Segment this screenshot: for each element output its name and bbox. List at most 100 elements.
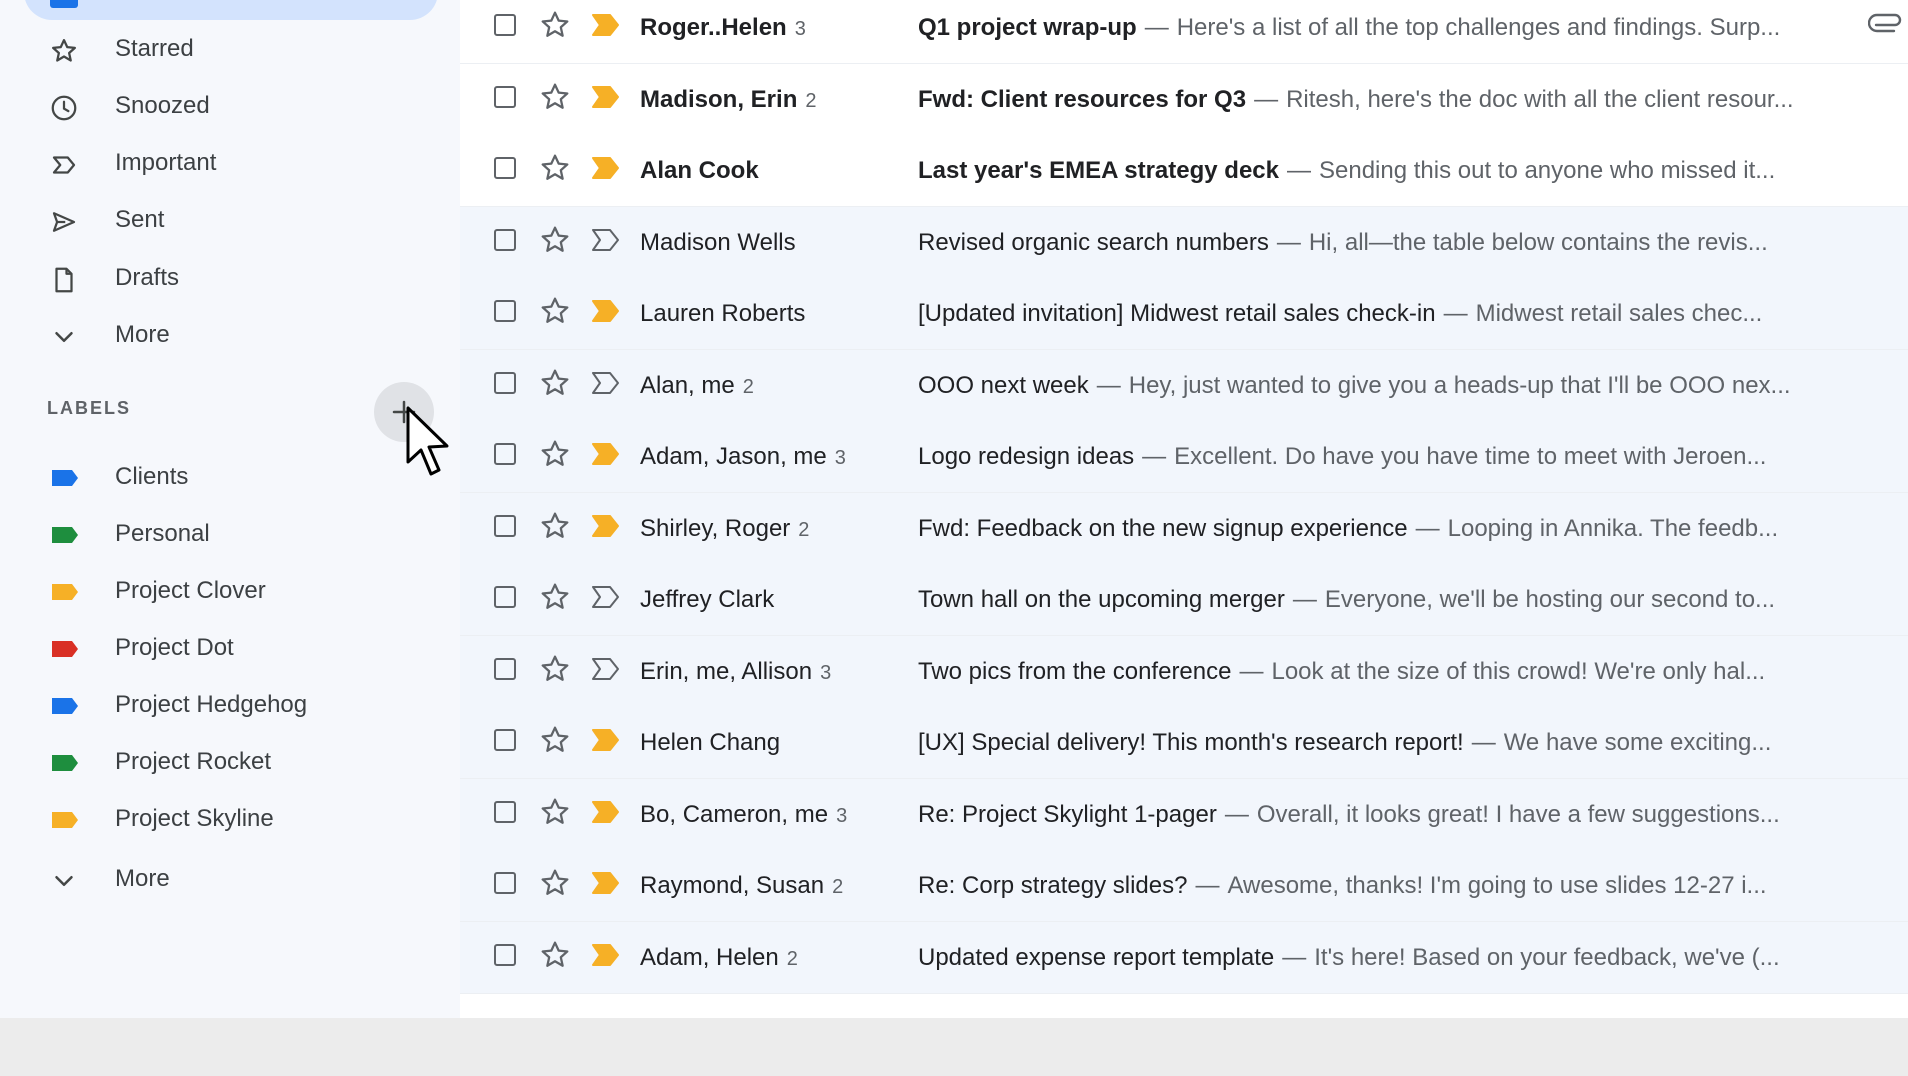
select-checkbox[interactable] [494,157,516,179]
sender-name: Madison Wells [640,228,796,256]
label-item[interactable]: Project Clover [0,567,440,615]
select-checkbox[interactable] [494,586,516,608]
select-checkbox[interactable] [494,300,516,322]
email-row[interactable]: Alan Cook Last year's EMEA strategy deck —… [460,135,1908,207]
email-subject: OOO next week [918,371,1089,399]
email-sender: Raymond, Susan 2 [640,872,843,900]
separator: — [1415,514,1440,542]
label-item[interactable]: Project Hedgehog [0,681,440,729]
select-checkbox[interactable] [494,85,516,108]
star-icon[interactable] [538,223,572,257]
email-sender: Alan Cook [640,157,767,185]
email-content: [UX] Special delivery! This month's rese… [918,729,1833,757]
important-marker-icon[interactable] [590,727,622,753]
sidebar-item-label: Sent [115,206,165,233]
select-checkbox[interactable] [494,443,516,465]
email-row[interactable]: Alan, me 2 OOO next week — Hey, just wanted … [460,349,1908,422]
chevron-down-icon [48,865,80,897]
sidebar-item-inbox[interactable] [24,0,438,20]
email-row[interactable]: Raymond, Susan 2 Re: Corp strategy slides?… [460,850,1908,922]
email-row[interactable]: Erin, me, Allison 3 Two pics from the conf… [460,635,1908,708]
label-item[interactable]: Project Skyline [0,795,440,843]
star-icon[interactable] [538,580,572,614]
email-row[interactable]: Madison Wells Revised organic search numb… [460,206,1908,279]
select-checkbox[interactable] [494,514,516,537]
star-icon[interactable] [538,509,572,543]
email-row[interactable]: Madison, Erin 2 Fwd: Client resources for … [460,63,1908,136]
mail-app: Starred Snoozed Important Sent Drafts Mo… [0,0,1908,1018]
email-row[interactable]: Adam, Helen 2 Updated expense report templ… [460,921,1908,994]
sender-name: Alan, me [640,371,735,399]
separator: — [1144,14,1169,41]
important-marker-icon[interactable] [590,155,622,181]
attachment-icon [1867,10,1904,40]
select-checkbox[interactable] [494,872,516,894]
star-icon[interactable] [538,151,572,185]
important-marker-icon[interactable] [590,12,622,38]
important-marker-icon[interactable] [590,441,622,467]
email-row[interactable]: Roger..Helen 3 Q1 project wrap-up — Here's a… [460,0,1908,64]
select-checkbox[interactable] [494,729,516,751]
select-checkbox[interactable] [494,800,516,823]
sidebar-item-important[interactable]: Important [0,139,440,187]
label-item[interactable]: Personal [0,510,440,558]
important-marker-icon[interactable] [590,942,622,968]
important-marker-icon[interactable] [590,370,622,396]
inbox-icon [50,0,78,8]
star-icon[interactable] [538,294,572,328]
sidebar-item-snoozed[interactable]: Snoozed [0,82,440,130]
star-icon[interactable] [538,795,572,829]
add-label-button[interactable] [374,382,434,442]
email-row[interactable]: Lauren Roberts [Updated invitation] Midwe… [460,278,1908,350]
important-marker-icon[interactable] [590,513,622,539]
sidebar-item-starred[interactable]: Starred [0,25,440,73]
star-icon[interactable] [538,8,572,42]
sidebar-item-label: Snoozed [115,92,210,119]
important-marker-icon[interactable] [590,870,622,896]
sidebar-item-more[interactable]: More [0,311,440,359]
label-item[interactable]: Project Dot [0,624,440,672]
star-icon[interactable] [538,866,572,900]
email-snippet: Sending this out to anyone who missed it… [1318,157,1776,184]
star-icon[interactable] [538,723,572,757]
label-item[interactable]: Clients [0,453,440,501]
select-checkbox[interactable] [494,14,516,36]
important-icon [48,149,80,181]
email-row[interactable]: Shirley, Roger 2 Fwd: Feedback on the new … [460,492,1908,565]
star-icon[interactable] [538,437,572,471]
important-marker-icon[interactable] [590,227,622,253]
important-marker-icon[interactable] [590,84,622,110]
important-marker-icon[interactable] [590,799,622,825]
email-row[interactable]: Helen Chang [UX] Special delivery! This m… [460,707,1908,779]
email-content: Fwd: Feedback on the new signup experien… [918,515,1833,543]
important-marker-icon[interactable] [590,298,622,324]
sidebar-item-drafts[interactable]: Drafts [0,254,440,302]
email-snippet: Hi, all—the table below contains the rev… [1308,228,1768,256]
send-icon [48,206,80,238]
star-icon[interactable] [538,652,572,686]
label-name: Project Dot [115,634,234,661]
sidebar-item-sent[interactable]: Sent [0,196,440,244]
select-checkbox[interactable] [494,943,516,966]
important-marker-icon[interactable] [590,656,622,682]
thread-count: 2 [832,876,844,898]
select-checkbox[interactable] [494,228,516,251]
email-row[interactable]: Bo, Cameron, me 3 Re: Project Skylight 1-p… [460,778,1908,851]
important-marker-icon[interactable] [590,584,622,610]
select-checkbox[interactable] [494,371,516,394]
email-snippet: Ritesh, here's the doc with all the clie… [1286,85,1794,113]
star-icon[interactable] [538,80,572,114]
select-checkbox[interactable] [494,657,516,680]
label-tag-icon [50,697,80,715]
star-icon[interactable] [538,938,572,972]
email-snippet: Everyone, we'll be hosting our second to… [1324,586,1776,613]
labels-more[interactable]: More [0,855,440,903]
chevron-down-icon [48,321,80,353]
email-row[interactable]: Jeffrey Clark Town hall on the upcoming m… [460,564,1908,636]
email-snippet: It's here! Based on your feedback, we've… [1314,943,1780,971]
star-icon[interactable] [538,366,572,400]
label-name: Clients [115,463,189,490]
label-item[interactable]: Project Rocket [0,738,440,786]
separator: — [1254,85,1279,113]
email-row[interactable]: Adam, Jason, me 3 Logo redesign ideas — Exce… [460,421,1908,493]
